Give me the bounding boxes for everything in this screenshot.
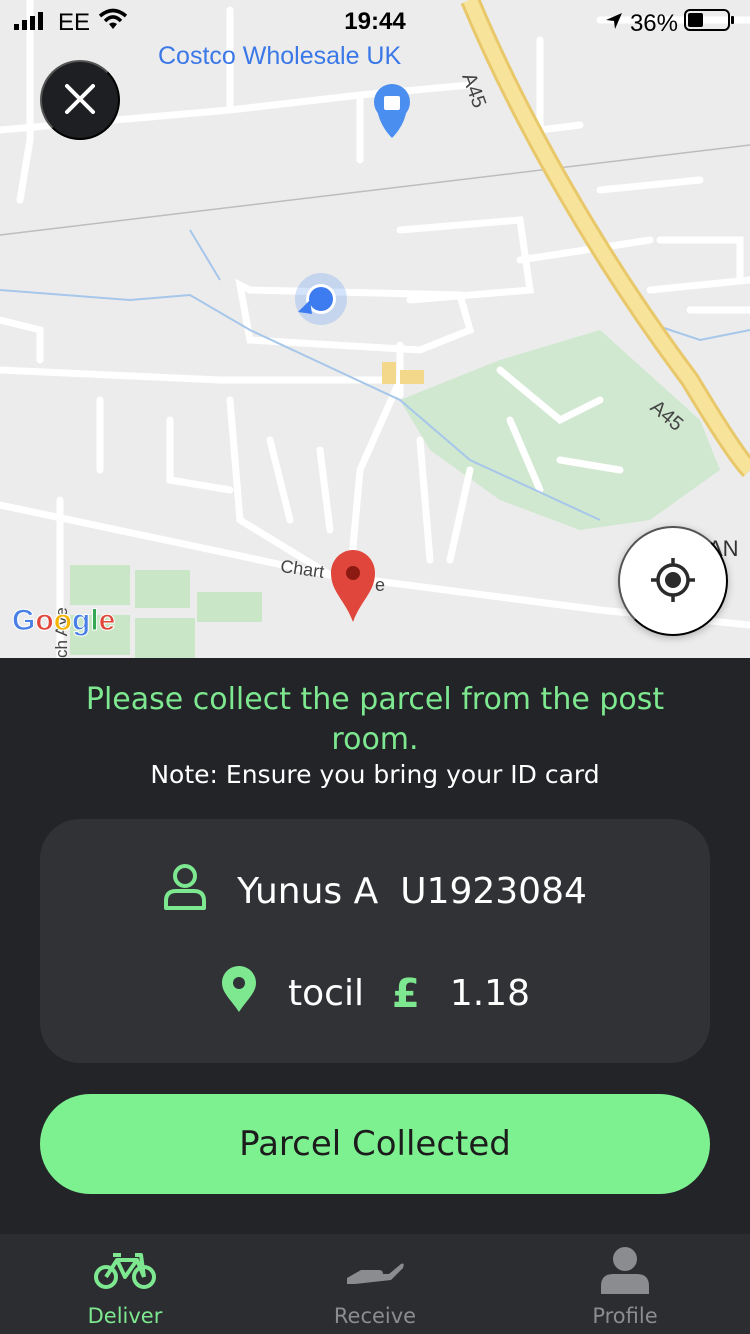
recipient-id: U1923084 [400,871,587,912]
street-label-right: e [375,575,386,595]
delivery-fee: 1.18 [449,973,530,1014]
tab-receive[interactable]: Receive [250,1234,500,1334]
person-icon [585,1246,665,1296]
status-bar: EE 19:44 36% [0,0,750,40]
pound-icon: £ [391,970,420,1017]
pickup-location: tocil [288,973,364,1014]
tab-label: Receive [333,1304,417,1328]
tab-deliver[interactable]: Deliver [0,1234,250,1334]
status-right: 36% [604,8,736,39]
tab-label: Profile [592,1304,658,1328]
location-pin-icon [220,965,258,1022]
user-icon [163,863,207,920]
instruction-message: Please collect the parcel from the post … [85,682,665,757]
poi-label[interactable]: Costco Wholesale UK [158,42,401,71]
battery-icon [684,8,736,39]
battery-percent: 36% [629,9,678,37]
recipient-row: Yunus A U1923084 [40,863,710,920]
delivery-panel: Please collect the parcel from the post … [0,658,750,1234]
location-price-row: tocil £ 1.18 [40,965,710,1022]
tab-label: Deliver [87,1304,163,1328]
instruction-note: Note: Ensure you bring your ID card [150,760,600,789]
tab-profile[interactable]: Profile [500,1234,750,1334]
tab-bar: Deliver Receive Profile [0,1234,750,1334]
hand-icon [335,1246,415,1296]
location-arrow-icon [604,10,624,38]
parcel-collected-button[interactable]: Parcel Collected [40,1094,710,1194]
bicycle-icon [85,1246,165,1296]
close-icon [63,82,97,119]
recipient-name: Yunus A [237,871,379,912]
recipient-card: Yunus A U1923084 tocil £ 1.18 [40,819,710,1063]
recenter-button[interactable] [618,526,728,636]
google-logo: Google [11,604,116,638]
map-view[interactable]: Costco Wholesale UK A45 A45 Chart e ch A… [0,0,750,658]
google-logo-text: Google [11,604,116,638]
crosshair-icon [649,556,697,607]
close-button[interactable] [40,60,120,140]
